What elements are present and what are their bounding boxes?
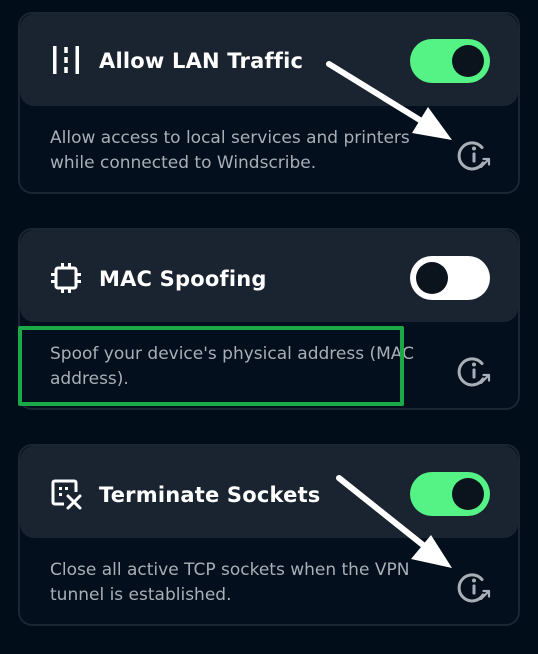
mac-spoofing-toggle[interactable] (410, 256, 490, 300)
terminate-sockets-toggle[interactable] (410, 472, 490, 516)
toggle-knob (452, 45, 484, 77)
lan-traffic-toggle[interactable] (410, 39, 490, 83)
toggle-knob (452, 478, 484, 510)
setting-description: Close all active TCP sockets when the VP… (50, 560, 410, 605)
chip-icon (51, 263, 81, 293)
info-external-link-icon[interactable] (456, 353, 492, 389)
setting-title: MAC Spoofing (99, 267, 267, 291)
setting-card-terminate-sockets: Terminate Sockets Close all active TCP s… (18, 444, 520, 626)
toggle-knob (416, 262, 448, 294)
highlight-box (18, 326, 404, 406)
settings-page: Allow LAN Traffic Allow access to local … (0, 0, 538, 654)
info-external-link-icon[interactable] (456, 569, 492, 605)
info-external-link-icon[interactable] (456, 137, 492, 173)
lan-icon (53, 46, 79, 74)
terminate-sockets-icon (51, 479, 82, 510)
setting-title: Allow LAN Traffic (99, 49, 304, 73)
setting-card-lan-traffic: Allow LAN Traffic Allow access to local … (18, 12, 520, 194)
setting-description: Allow access to local services and print… (50, 128, 410, 173)
setting-title: Terminate Sockets (99, 483, 321, 507)
